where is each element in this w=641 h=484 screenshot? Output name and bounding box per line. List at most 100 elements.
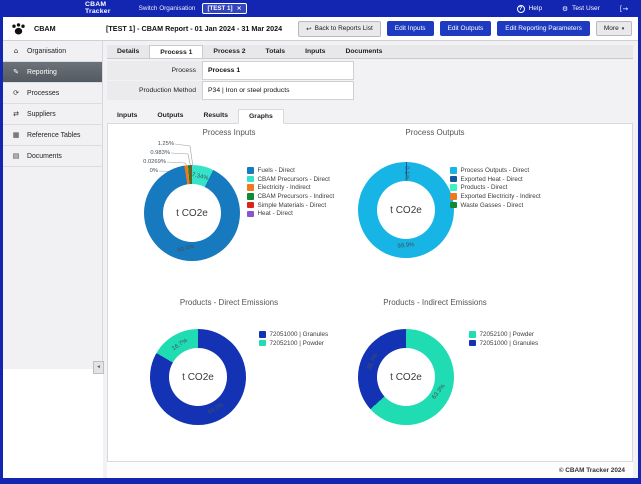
donut-center: t CO2e xyxy=(377,181,435,239)
legend-item[interactable]: 72051000 | Granules xyxy=(259,330,328,339)
close-icon[interactable]: × xyxy=(237,5,242,12)
sidebar-collapse-handle[interactable]: ◂ xyxy=(93,361,104,374)
production-method-label: Production Method xyxy=(107,81,202,100)
legend-label: 72052100 | Powder xyxy=(480,331,535,338)
folder-icon: ▤ xyxy=(11,152,21,160)
sidebar-item-suppliers[interactable]: ⇄ Suppliers xyxy=(3,104,102,125)
chart-process-inputs: Process Inputs 1.25% 0.983% 0.0269% xyxy=(110,128,348,282)
app-window: CBAM Tracker Switch Organisation [TEST 1… xyxy=(0,0,641,484)
legend-swatch xyxy=(450,167,457,174)
chart-products-indirect-emissions: Products - Indirect Emissions t CO2e 63.… xyxy=(320,298,550,452)
donut-products-direct[interactable]: t CO2e 83.3% 16.7% xyxy=(150,329,246,425)
callout-label: 1.25% xyxy=(134,141,174,147)
tab-process-1[interactable]: Process 1 xyxy=(149,45,203,58)
top-bar-right: ? Help ⚙ Test User [→ xyxy=(517,5,628,13)
legend-swatch xyxy=(450,184,457,191)
legend-label: 72051000 | Granules xyxy=(480,340,539,347)
process-form: Process Process 1 Production Method P34 … xyxy=(107,61,633,101)
more-button[interactable]: More ▾ xyxy=(596,21,632,36)
graphs-panel: Process Inputs 1.25% 0.983% 0.0269% xyxy=(107,123,633,462)
chart-title: Process Inputs xyxy=(110,128,348,142)
user-menu[interactable]: ⚙ Test User xyxy=(562,5,600,13)
chart-legend: 72051000 | Granules72052100 | Powder xyxy=(259,330,328,347)
switch-organisation-label: Switch Organisation xyxy=(139,5,196,12)
legend-swatch xyxy=(247,193,254,200)
cycle-icon: ⟳ xyxy=(11,89,21,97)
slice-label: 90.4% xyxy=(177,244,195,254)
donut-center: t CO2e xyxy=(163,184,221,242)
tab-process-2[interactable]: Process 2 xyxy=(203,45,255,58)
back-arrow-icon: ↩ xyxy=(306,25,311,33)
toolbar-buttons: ↩ Back to Reports List Edit Inputs Edit … xyxy=(298,21,632,37)
tab-totals[interactable]: Totals xyxy=(256,45,296,58)
sidebar-item-documents[interactable]: ▤ Documents xyxy=(3,146,102,167)
legend-label: Exported Electricity - Indirect xyxy=(461,193,541,200)
sidebar-item-organisation[interactable]: ⌂ Organisation xyxy=(3,41,102,62)
chart-title: Process Outputs xyxy=(320,128,550,142)
exchange-icon: ⇄ xyxy=(11,110,21,118)
tab-details[interactable]: Details xyxy=(107,45,149,58)
donut-process-outputs[interactable]: t CO2e 0.1% 99.9% xyxy=(358,162,454,258)
chart-title: Products - Indirect Emissions xyxy=(320,298,550,312)
callout-label: 0% xyxy=(118,168,158,174)
top-bar: CBAM Tracker Switch Organisation [TEST 1… xyxy=(3,0,638,17)
legend-swatch xyxy=(259,331,266,338)
legend-item[interactable]: 72052100 | Powder xyxy=(259,339,328,348)
legend-label: Products - Direct xyxy=(461,184,508,191)
legend-item[interactable]: Exported Heat - Direct xyxy=(450,175,541,184)
subtab-results[interactable]: Results xyxy=(193,109,238,123)
help-icon: ? xyxy=(517,5,525,13)
logout-button[interactable]: [→ xyxy=(620,5,628,13)
legend-item[interactable]: 72052100 | Powder xyxy=(469,330,538,339)
chart-title: Products - Direct Emissions xyxy=(110,298,348,312)
slice-label: 99.9% xyxy=(397,242,415,250)
tab-inputs[interactable]: Inputs xyxy=(295,45,335,58)
form-row-production-method: Production Method P34 | Iron or steel pr… xyxy=(107,81,633,100)
legend-item[interactable]: Waste Gasses - Direct xyxy=(450,201,541,210)
main-content: Details Process 1 Process 2 Totals Input… xyxy=(103,41,638,478)
help-label: Help xyxy=(529,5,543,12)
form-row-process: Process Process 1 xyxy=(107,61,633,80)
legend-swatch xyxy=(247,211,254,218)
toolbar: CBAM [TEST 1] - CBAM Report - 01 Jan 202… xyxy=(3,17,638,41)
footer: © CBAM Tracker 2024 xyxy=(107,462,633,478)
donut-products-indirect[interactable]: t CO2e 63.3% 36.7% xyxy=(358,329,454,425)
legend-swatch xyxy=(247,176,254,183)
donut-process-inputs[interactable]: t CO2e 7.34% 90.4% xyxy=(144,165,240,261)
legend-swatch xyxy=(450,193,457,200)
slice-label: 83.3% xyxy=(207,402,225,416)
sidebar-item-reference-tables[interactable]: ▦ Reference Tables xyxy=(3,125,102,146)
legend-label: 72052100 | Powder xyxy=(270,340,325,347)
sidebar-item-reporting[interactable]: ✎ Reporting xyxy=(3,62,102,83)
legend-item[interactable]: Products - Direct xyxy=(450,183,541,192)
edit-inputs-button[interactable]: Edit Inputs xyxy=(387,21,434,36)
edit-outputs-button[interactable]: Edit Outputs xyxy=(440,21,492,36)
gear-icon: ⚙ xyxy=(562,5,568,13)
chart-legend: 72052100 | Powder 72051000 | Granules xyxy=(469,330,538,347)
logo-line-2: Tracker xyxy=(85,9,111,16)
chevron-down-icon: ▾ xyxy=(622,26,625,32)
tab-documents[interactable]: Documents xyxy=(335,45,392,58)
edit-reporting-parameters-button[interactable]: Edit Reporting Parameters xyxy=(497,21,590,36)
legend-item[interactable]: Process Outputs - Direct xyxy=(450,166,541,175)
app-content: CBAM Tracker Switch Organisation [TEST 1… xyxy=(3,0,638,478)
legend-swatch xyxy=(450,176,457,183)
help-menu[interactable]: ? Help xyxy=(517,5,543,13)
process-sub-tab-bar: Inputs Outputs Results Graphs xyxy=(107,109,633,123)
organisation-name: [TEST 1] xyxy=(207,5,232,12)
sidebar-item-processes[interactable]: ⟳ Processes xyxy=(3,83,102,104)
legend-label: Heat - Direct xyxy=(258,210,293,217)
legend-swatch xyxy=(469,340,476,347)
legend-swatch xyxy=(259,340,266,347)
legend-item[interactable]: Exported Electricity - Indirect xyxy=(450,192,541,201)
organisation-selector-button[interactable]: [TEST 1] × xyxy=(202,3,246,14)
process-value: Process 1 xyxy=(202,61,354,80)
subtab-inputs[interactable]: Inputs xyxy=(107,109,147,123)
subtab-graphs[interactable]: Graphs xyxy=(238,109,284,124)
user-label: Test User xyxy=(572,5,600,12)
back-to-reports-button[interactable]: ↩ Back to Reports List xyxy=(298,21,381,37)
building-icon: ⌂ xyxy=(11,47,21,55)
legend-item[interactable]: 72051000 | Granules xyxy=(469,339,538,348)
subtab-outputs[interactable]: Outputs xyxy=(147,109,193,123)
cbam-paw-logo-icon xyxy=(12,23,25,35)
